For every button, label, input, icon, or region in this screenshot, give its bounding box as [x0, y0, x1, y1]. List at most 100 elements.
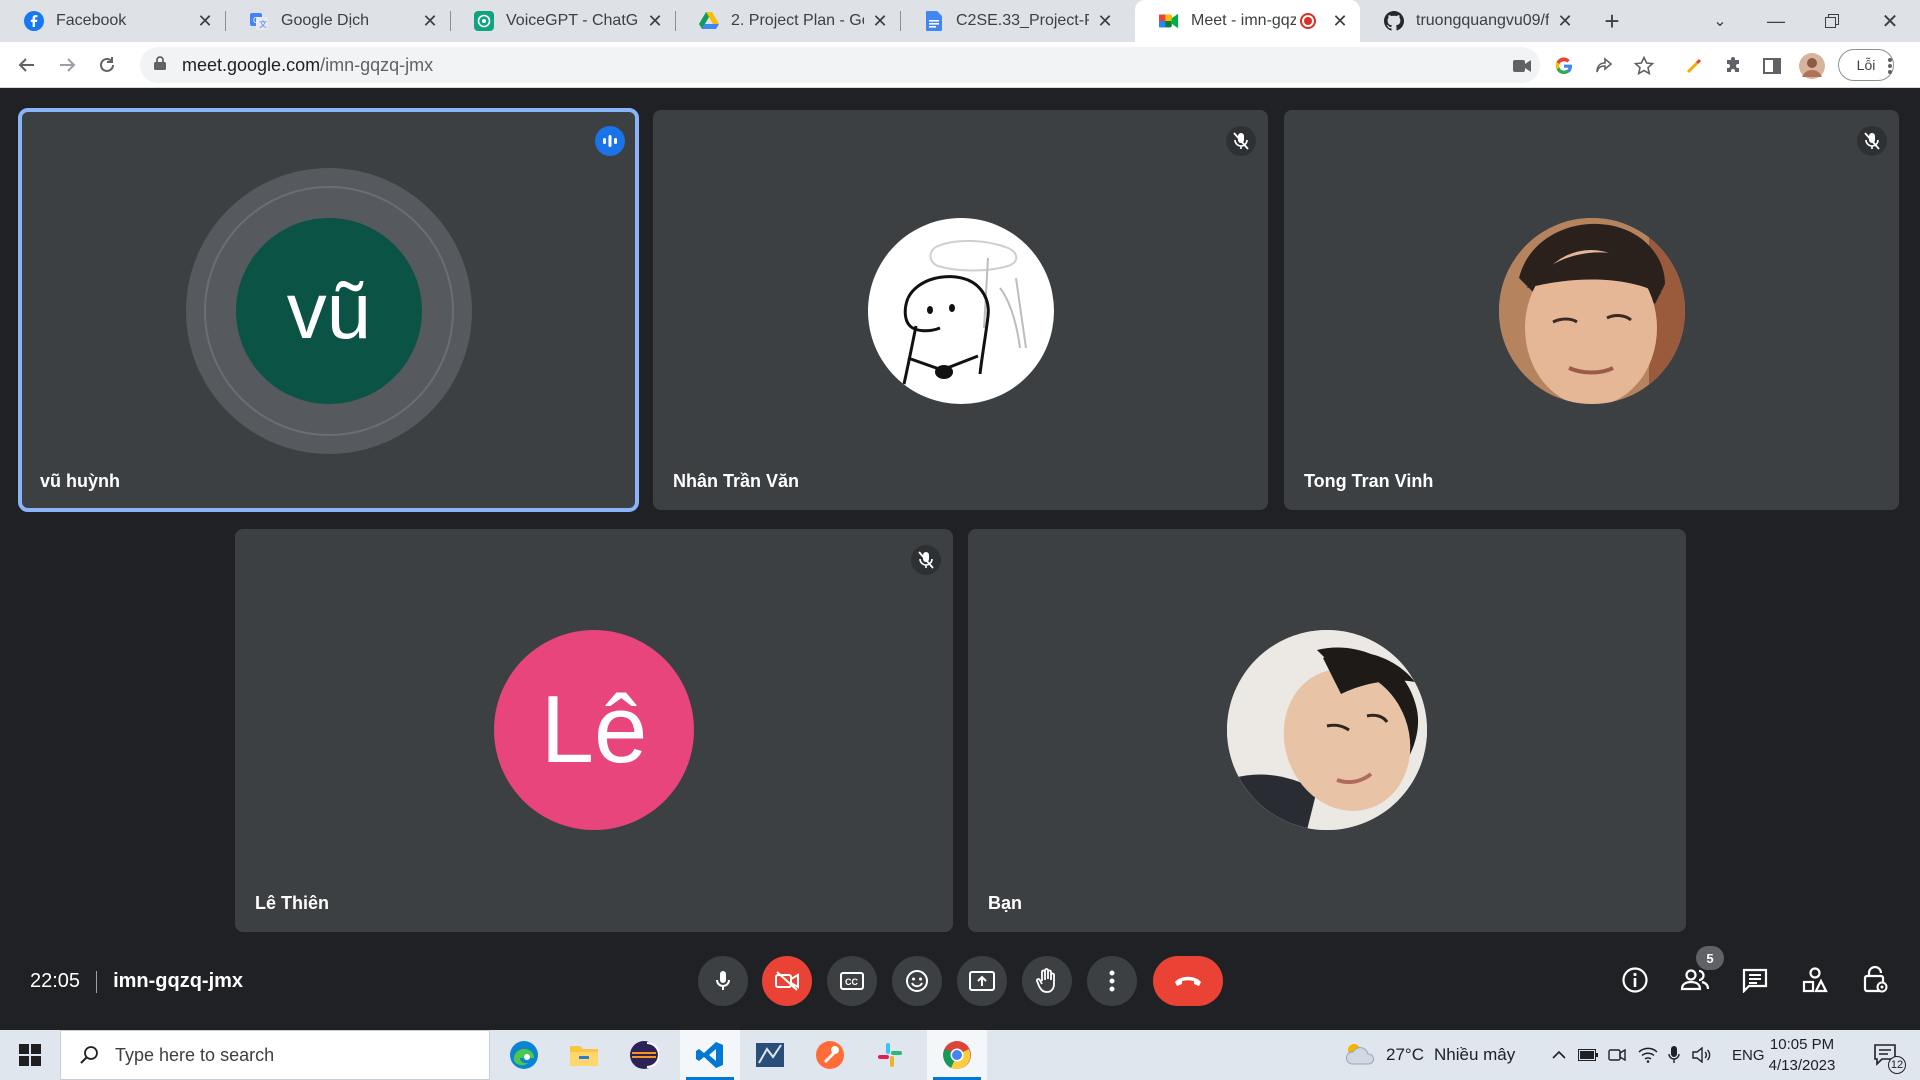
- weather-widget[interactable]: 27°C Nhiều mây: [1344, 1030, 1515, 1080]
- taskbar-app-chrome[interactable]: [927, 1030, 987, 1080]
- meeting-details: 22:05 imn-gqzq-jmx: [30, 970, 243, 993]
- tab-facebook[interactable]: Facebook ✕: [0, 0, 226, 42]
- tab-google-translate[interactable]: G文 Google Dịch ✕: [225, 0, 451, 42]
- tab-title: Meet - imn-gqzq: [1191, 12, 1296, 29]
- raise-hand-button[interactable]: [1022, 956, 1072, 1006]
- new-tab-button[interactable]: +: [1596, 0, 1628, 42]
- taskbar-app-edge[interactable]: [494, 1030, 554, 1080]
- taskbar-app-eclipse[interactable]: [614, 1030, 674, 1080]
- system-time: 10:05 PM: [1769, 1036, 1835, 1053]
- taskbar-search-box[interactable]: Type here to search: [60, 1030, 490, 1080]
- postman-icon: [816, 1041, 844, 1069]
- participant-tile-nhan-tran-van[interactable]: Nhân Trần Văn: [653, 110, 1268, 510]
- meeting-code[interactable]: imn-gqzq-jmx: [113, 970, 243, 993]
- minimize-window-button[interactable]: —: [1756, 0, 1796, 42]
- participant-tile-tong-tran-vinh[interactable]: Tong Tran Vinh: [1284, 110, 1899, 510]
- bookmark-star-icon[interactable]: [1630, 52, 1658, 80]
- toggle-microphone-button[interactable]: [698, 956, 748, 1006]
- captions-button[interactable]: CC: [827, 956, 877, 1006]
- profile-avatar[interactable]: [1798, 52, 1826, 80]
- show-hidden-icons-chevron-icon[interactable]: [1548, 1030, 1570, 1080]
- send-reaction-button[interactable]: [892, 956, 942, 1006]
- close-tab-icon[interactable]: ✕: [1095, 11, 1115, 32]
- present-screen-button[interactable]: [957, 956, 1007, 1006]
- microphone-in-use-icon[interactable]: [1668, 1030, 1680, 1080]
- participant-name: Nhân Trần Văn: [673, 471, 800, 491]
- profile-photo-image: [1227, 630, 1427, 830]
- present-screen-icon: [969, 971, 995, 991]
- tab-search-chevron-icon[interactable]: ⌄: [1700, 0, 1740, 42]
- close-tab-icon[interactable]: ✕: [645, 11, 665, 32]
- hang-up-icon: [1175, 976, 1201, 986]
- close-window-button[interactable]: ✕: [1868, 0, 1912, 42]
- restore-window-button[interactable]: [1812, 0, 1852, 42]
- color-picker-extension-icon[interactable]: [1680, 52, 1708, 80]
- close-tab-icon[interactable]: ✕: [870, 11, 890, 32]
- participant-tile-self[interactable]: Bạn: [968, 529, 1686, 932]
- avatar: [868, 218, 1054, 404]
- weather-temperature: 27°C: [1386, 1045, 1424, 1064]
- notification-center-button[interactable]: 12: [1866, 1030, 1906, 1080]
- google-docs-icon: [924, 11, 944, 31]
- back-button[interactable]: [10, 48, 44, 82]
- volume-icon[interactable]: [1692, 1030, 1712, 1080]
- battery-icon[interactable]: [1578, 1030, 1598, 1080]
- speaking-ring-inner: vũ: [204, 186, 454, 436]
- chat-button[interactable]: [1737, 962, 1773, 998]
- close-tab-icon[interactable]: ✕: [420, 11, 440, 32]
- side-panel-icon[interactable]: [1758, 52, 1786, 80]
- tab-google-meet[interactable]: Meet - imn-gqzq ✕: [1135, 0, 1360, 42]
- extensions-puzzle-icon[interactable]: [1720, 52, 1748, 80]
- taskbar-app-sql-server[interactable]: [740, 1030, 800, 1080]
- browser-tab-strip: Facebook ✕ G文 Google Dịch ✕ VoiceGPT - C…: [0, 0, 1920, 42]
- google-translate-icon: G文: [249, 11, 269, 31]
- more-options-icon[interactable]: [1880, 52, 1900, 80]
- camera-in-use-icon[interactable]: [1508, 52, 1536, 80]
- taskbar-app-file-explorer[interactable]: [554, 1030, 614, 1080]
- host-controls-lock-icon: [1863, 966, 1888, 993]
- url-host: meet.google.com: [182, 54, 321, 75]
- github-icon: [1384, 11, 1404, 31]
- tab-voicegpt[interactable]: VoiceGPT - ChatGPT v ✕: [450, 0, 676, 42]
- close-tab-icon[interactable]: ✕: [195, 11, 215, 32]
- toggle-camera-button[interactable]: [762, 956, 812, 1006]
- tab-github[interactable]: truongquangvu09/fin ✕: [1360, 0, 1585, 42]
- more-options-button[interactable]: [1087, 956, 1137, 1006]
- address-bar[interactable]: meet.google.com/imn-gqzq-jmx: [140, 47, 1540, 83]
- activities-button[interactable]: [1797, 962, 1833, 998]
- people-count-badge: 5: [1696, 946, 1724, 970]
- taskbar-app-slack[interactable]: [860, 1030, 920, 1080]
- tab-project-plan-drive[interactable]: 2. Project Plan - Goog ✕: [675, 0, 901, 42]
- host-controls-button[interactable]: [1857, 962, 1893, 998]
- taskbar-app-vscode[interactable]: [680, 1030, 740, 1080]
- recording-indicator-icon: [1302, 15, 1314, 27]
- start-button[interactable]: [0, 1030, 60, 1080]
- participant-tile-vu-huynh[interactable]: vũ vũ huỳnh: [18, 108, 639, 512]
- meeting-info-button[interactable]: [1617, 962, 1653, 998]
- share-icon[interactable]: [1590, 52, 1618, 80]
- wifi-icon[interactable]: [1638, 1030, 1658, 1080]
- lock-icon[interactable]: [154, 55, 166, 75]
- muted-mic-icon: [911, 545, 941, 575]
- google-drive-icon: [699, 11, 719, 31]
- google-lens-icon[interactable]: [1550, 52, 1578, 80]
- avatar: Lê: [494, 630, 694, 830]
- tab-project-plan-doc[interactable]: C2SE.33_Project-Plan_ ✕: [900, 0, 1125, 42]
- meet-control-bar: 22:05 imn-gqzq-jmx CC 5: [0, 940, 1920, 1030]
- profile-error-label: Lỗi: [1856, 57, 1876, 73]
- participant-tile-le-thien[interactable]: Lê Lê Thiên: [235, 529, 953, 932]
- system-clock[interactable]: 10:05 PM 4/13/2023: [1752, 1034, 1852, 1076]
- tab-title: Google Dịch: [281, 12, 370, 29]
- taskbar-app-postman[interactable]: [800, 1030, 860, 1080]
- tab-title: Facebook: [56, 12, 127, 29]
- forward-button[interactable]: [50, 48, 84, 82]
- meet-now-icon[interactable]: [1608, 1030, 1626, 1080]
- camera-off-icon: [775, 971, 799, 991]
- reload-button[interactable]: [90, 48, 124, 82]
- browser-toolbar: meet.google.com/imn-gqzq-jmx Lỗi: [0, 42, 1920, 88]
- more-vert-icon: [1109, 970, 1115, 992]
- close-tab-icon[interactable]: ✕: [1555, 11, 1575, 32]
- close-tab-icon[interactable]: ✕: [1330, 11, 1350, 32]
- leave-call-button[interactable]: [1153, 956, 1223, 1006]
- meet-video-grid: vũ vũ huỳnh Nhân Trần Văn Tong Tran Vinh…: [0, 89, 1920, 1030]
